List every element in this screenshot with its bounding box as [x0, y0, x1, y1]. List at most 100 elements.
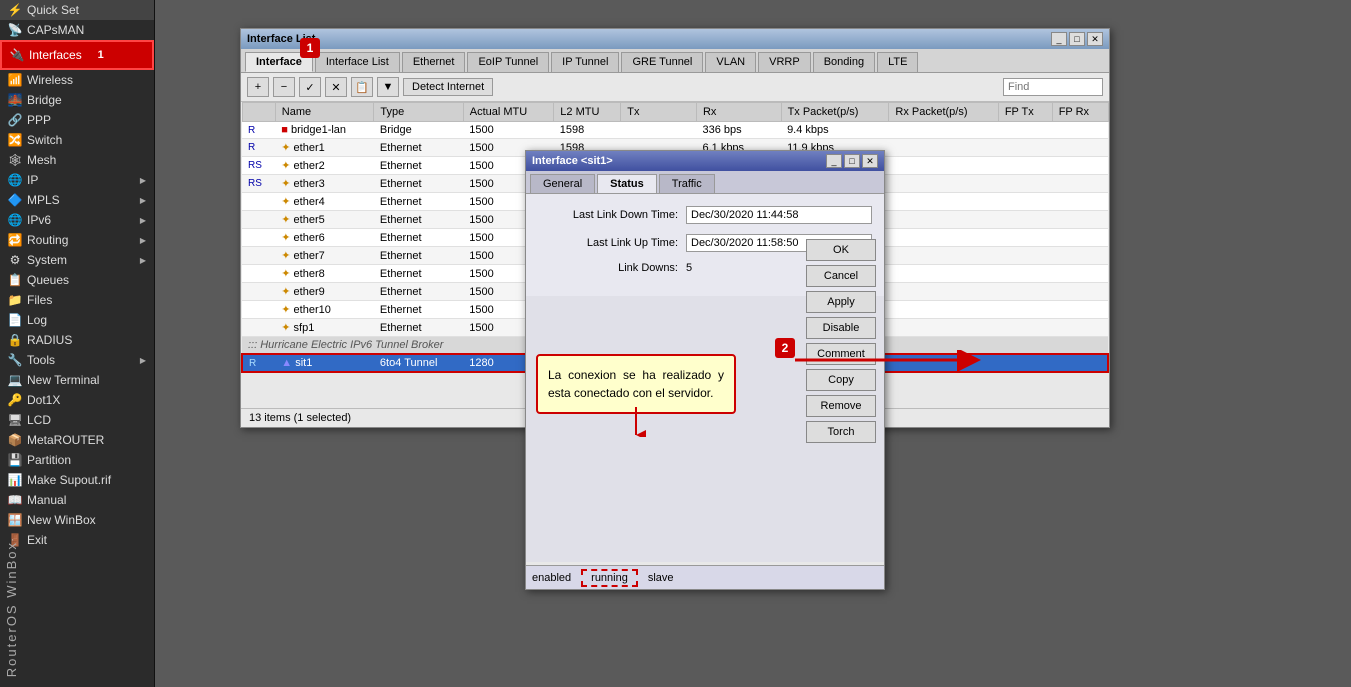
log-icon: 📄 — [8, 313, 22, 327]
ok-button[interactable]: OK — [806, 239, 876, 261]
sidebar-item-make-supout[interactable]: 📊 Make Supout.rif — [0, 470, 154, 490]
sidebar-item-new-winbox[interactable]: 🪟 New WinBox — [0, 510, 154, 530]
copy-button[interactable]: Copy — [806, 369, 876, 391]
sidebar-item-files[interactable]: 📁 Files — [0, 290, 154, 310]
apply-button[interactable]: Apply — [806, 291, 876, 313]
copy-row-button[interactable]: 📋 — [351, 77, 373, 97]
tab-ip-tunnel[interactable]: IP Tunnel — [551, 52, 619, 72]
sit1-tab-bar: General Status Traffic — [526, 171, 884, 194]
main-area: Interface List _ □ ✕ Interface Interface… — [155, 0, 1351, 687]
col-actual-mtu[interactable]: Actual MTU — [463, 103, 554, 122]
col-rx-pkt[interactable]: Rx Packet(p/s) — [889, 103, 998, 122]
status-enabled: enabled — [532, 572, 571, 584]
col-tx[interactable]: Tx — [621, 103, 697, 122]
status-running-badge: running — [581, 569, 638, 587]
sidebar-item-system[interactable]: ⚙ System — [0, 250, 154, 270]
add-button[interactable]: + — [247, 77, 269, 97]
interfaces-icon: 🔌 — [10, 48, 24, 62]
dot1x-icon: 🔑 — [8, 393, 22, 407]
tab-bonding[interactable]: Bonding — [813, 52, 875, 72]
sidebar-item-routing[interactable]: 🔁 Routing — [0, 230, 154, 250]
ipv6-icon: 🌐 — [8, 213, 22, 227]
tab-vlan[interactable]: VLAN — [705, 52, 756, 72]
sidebar-item-mesh[interactable]: 🕸 Mesh — [0, 150, 154, 170]
metarouter-icon: 📦 — [8, 433, 22, 447]
terminal-icon: 💻 — [8, 373, 22, 387]
tools-icon: 🔧 — [8, 353, 22, 367]
sidebar-item-switch[interactable]: 🔀 Switch — [0, 130, 154, 150]
cancel-button[interactable]: Cancel — [806, 265, 876, 287]
sit1-minimize-button[interactable]: _ — [826, 154, 842, 168]
tab-lte[interactable]: LTE — [877, 52, 918, 72]
sidebar-item-queues[interactable]: 📋 Queues — [0, 270, 154, 290]
sidebar-item-bridge[interactable]: 🌉 Bridge — [0, 90, 154, 110]
tab-eoip-tunnel[interactable]: EoIP Tunnel — [467, 52, 549, 72]
tab-vrrp[interactable]: VRRP — [758, 52, 811, 72]
sidebar-item-ipv6[interactable]: 🌐 IPv6 — [0, 210, 154, 230]
files-icon: 📁 — [8, 293, 22, 307]
last-link-down-input[interactable] — [686, 206, 872, 224]
status-slave: slave — [648, 572, 674, 584]
interface-toolbar: + − ✓ ✕ 📋 ▼ Detect Internet — [241, 73, 1109, 102]
lcd-icon: 🖥 — [8, 413, 22, 427]
sidebar-item-exit[interactable]: 🚪 Exit — [0, 530, 154, 550]
sit1-maximize-button[interactable]: □ — [844, 154, 860, 168]
sidebar-item-dot1x[interactable]: 🔑 Dot1X — [0, 390, 154, 410]
col-tx-pkt[interactable]: Tx Packet(p/s) — [781, 103, 889, 122]
ip-icon: 🌐 — [8, 173, 22, 187]
tab-gre-tunnel[interactable]: GRE Tunnel — [621, 52, 703, 72]
table-row[interactable]: R ■ bridge1-lan Bridge 1500 1598 336 bps… — [242, 122, 1108, 139]
sidebar-item-ip[interactable]: 🌐 IP — [0, 170, 154, 190]
sidebar-item-capsman[interactable]: 📡 CAPsMAN — [0, 20, 154, 40]
sidebar-item-partition[interactable]: 💾 Partition — [0, 450, 154, 470]
sit1-window-controls: _ □ ✕ — [826, 154, 878, 168]
sidebar-item-quick-set[interactable]: ⚡ Quick Set — [0, 0, 154, 20]
badge-2-annotation: 2 — [775, 338, 795, 358]
col-flags[interactable] — [242, 103, 275, 122]
comment-button[interactable]: Comment — [806, 343, 876, 365]
sidebar-item-metarouter[interactable]: 📦 MetaROUTER — [0, 430, 154, 450]
remove-button[interactable]: Remove — [806, 395, 876, 417]
tab-interface-list[interactable]: Interface List — [315, 52, 400, 72]
disable-button[interactable]: ✕ — [325, 77, 347, 97]
col-fp-tx[interactable]: FP Tx — [998, 103, 1052, 122]
sit1-close-button[interactable]: ✕ — [862, 154, 878, 168]
col-type[interactable]: Type — [374, 103, 463, 122]
col-rx[interactable]: Rx — [696, 103, 781, 122]
capsman-icon: 📡 — [8, 23, 22, 37]
sit1-tab-status[interactable]: Status — [597, 174, 657, 193]
table-header-row: Name Type Actual MTU L2 MTU Tx Rx Tx Pac… — [242, 103, 1108, 122]
sidebar-item-radius[interactable]: 🔒 RADIUS — [0, 330, 154, 350]
winbox-icon: 🪟 — [8, 513, 22, 527]
sit1-tab-general[interactable]: General — [530, 174, 595, 193]
sidebar-item-ppp[interactable]: 🔗 PPP — [0, 110, 154, 130]
sidebar-item-interfaces[interactable]: 🔌 Interfaces 1 — [0, 40, 154, 70]
col-name[interactable]: Name — [275, 103, 374, 122]
sit1-tab-traffic[interactable]: Traffic — [659, 174, 715, 193]
find-input[interactable] — [1003, 78, 1103, 96]
mesh-icon: 🕸 — [8, 153, 22, 167]
sidebar-item-wireless[interactable]: 📶 Wireless — [0, 70, 154, 90]
col-fp-rx[interactable]: FP Rx — [1052, 103, 1108, 122]
enable-button[interactable]: ✓ — [299, 77, 321, 97]
col-l2-mtu[interactable]: L2 MTU — [554, 103, 621, 122]
partition-icon: 💾 — [8, 453, 22, 467]
close-button[interactable]: ✕ — [1087, 32, 1103, 46]
radius-icon: 🔒 — [8, 333, 22, 347]
sidebar-item-manual[interactable]: 📖 Manual — [0, 490, 154, 510]
sidebar-item-log[interactable]: 📄 Log — [0, 310, 154, 330]
routing-icon: 🔁 — [8, 233, 22, 247]
sidebar-item-tools[interactable]: 🔧 Tools — [0, 350, 154, 370]
detect-internet-button[interactable]: Detect Internet — [403, 78, 493, 96]
sidebar-item-lcd[interactable]: 🖥 LCD — [0, 410, 154, 430]
sit1-window: Interface <sit1> _ □ ✕ General Status Tr… — [525, 150, 885, 590]
sidebar-item-mpls[interactable]: 🔷 MPLS — [0, 190, 154, 210]
tab-ethernet[interactable]: Ethernet — [402, 52, 466, 72]
delete-button[interactable]: − — [273, 77, 295, 97]
filter-button[interactable]: ▼ — [377, 77, 399, 97]
sidebar-item-new-terminal[interactable]: 💻 New Terminal — [0, 370, 154, 390]
torch-button[interactable]: Torch — [806, 421, 876, 443]
minimize-button[interactable]: _ — [1051, 32, 1067, 46]
disable-button[interactable]: Disable — [806, 317, 876, 339]
maximize-button[interactable]: □ — [1069, 32, 1085, 46]
